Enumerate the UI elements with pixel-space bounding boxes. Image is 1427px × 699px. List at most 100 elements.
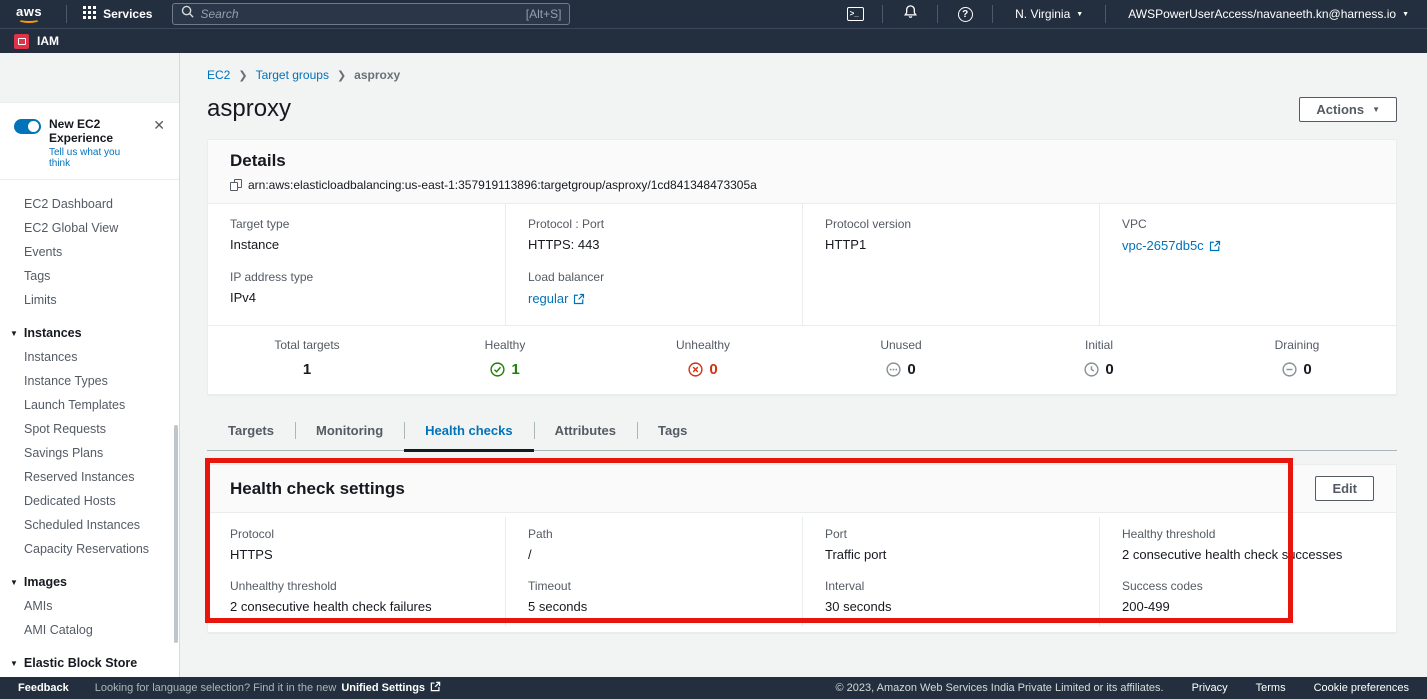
tab-health-checks[interactable]: Health checks <box>404 413 533 450</box>
close-icon[interactable]: ✕ <box>149 117 169 134</box>
unified-settings-link[interactable]: Unified Settings <box>341 682 425 694</box>
sidebar-item-spot-requests[interactable]: Spot Requests <box>0 417 179 441</box>
services-menu-button[interactable]: Services <box>77 6 158 22</box>
health-check-settings-title: Health check settings <box>230 479 405 499</box>
cookie-preferences-link[interactable]: Cookie preferences <box>1314 682 1409 694</box>
initial-count: 0 <box>1105 361 1113 378</box>
load-balancer-link[interactable]: regular <box>528 291 585 306</box>
chevron-right-icon: ❯ <box>238 69 247 82</box>
tab-attributes[interactable]: Attributes <box>534 413 637 450</box>
chevron-down-icon: ▼ <box>10 659 18 668</box>
ip-address-type-value: IPv4 <box>230 290 483 305</box>
iam-service-icon <box>14 34 29 49</box>
search-input[interactable] <box>200 7 519 21</box>
hc-success-codes-value: 200-499 <box>1122 599 1374 614</box>
sidebar-section-instances[interactable]: ▼ Instances <box>0 321 179 345</box>
sidebar-item-amis[interactable]: AMIs <box>0 594 179 618</box>
sidebar-item-ec2-dashboard[interactable]: EC2 Dashboard <box>0 192 179 216</box>
tell-us-link[interactable]: Tell us what you think <box>49 147 141 169</box>
cloudshell-button[interactable]: >_ <box>842 3 868 25</box>
actions-button[interactable]: Actions ▼ <box>1299 97 1397 122</box>
hc-timeout-value: 5 seconds <box>528 599 780 614</box>
target-type-value: Instance <box>230 237 483 252</box>
sidebar-item-scheduled-instances[interactable]: Scheduled Instances <box>0 513 179 537</box>
help-icon: ? <box>958 7 973 22</box>
field-label: Interval <box>825 579 1077 593</box>
field-label: Healthy threshold <box>1122 527 1374 541</box>
sidebar-item-events[interactable]: Events <box>0 240 179 264</box>
sidebar-item-limits[interactable]: Limits <box>0 288 179 312</box>
sidebar-item-launch-templates[interactable]: Launch Templates <box>0 393 179 417</box>
sidebar-item-capacity-reservations[interactable]: Capacity Reservations <box>0 537 179 561</box>
feedback-link[interactable]: Feedback <box>18 682 69 694</box>
protocol-port-value: HTTPS: 443 <box>528 237 780 252</box>
hc-interval-value: 30 seconds <box>825 599 1077 614</box>
external-link-icon <box>430 681 441 695</box>
sidebar-item-tags[interactable]: Tags <box>0 264 179 288</box>
details-header: Details arn:aws:elasticloadbalancing:us-… <box>208 140 1396 204</box>
bell-icon <box>903 4 918 24</box>
sidebar-item-dedicated-hosts[interactable]: Dedicated Hosts <box>0 489 179 513</box>
field-label: Timeout <box>528 579 780 593</box>
field-label: Load balancer <box>528 270 780 284</box>
unused-label: Unused <box>880 338 921 352</box>
details-grid: Target type Instance IP address type IPv… <box>208 204 1396 325</box>
sidebar-item-ec2-global-view[interactable]: EC2 Global View <box>0 216 179 240</box>
services-label: Services <box>103 7 152 21</box>
initial-label: Initial <box>1085 338 1113 352</box>
sidebar-item-savings-plans[interactable]: Savings Plans <box>0 441 179 465</box>
details-title: Details <box>230 151 1374 171</box>
target-group-arn: arn:aws:elasticloadbalancing:us-east-1:3… <box>248 178 757 192</box>
iam-shortcut[interactable]: IAM <box>37 34 59 48</box>
sidebar-nav: EC2 Dashboard EC2 Global View Events Tag… <box>0 180 179 677</box>
chevron-down-icon: ▼ <box>1372 105 1380 114</box>
search-icon <box>181 5 194 23</box>
target-status-summary: Total targets 1 Healthy 1 Unhealt <box>208 325 1396 394</box>
tab-monitoring[interactable]: Monitoring <box>295 413 404 450</box>
edit-button[interactable]: Edit <box>1315 476 1374 501</box>
sidebar-item-instance-types[interactable]: Instance Types <box>0 369 179 393</box>
notifications-button[interactable] <box>897 3 923 25</box>
field-label: Port <box>825 527 1077 541</box>
ellipsis-circle-icon <box>886 362 901 377</box>
privacy-link[interactable]: Privacy <box>1192 682 1228 694</box>
new-experience-title: New EC2 Experience <box>49 117 141 145</box>
new-experience-toggle[interactable] <box>14 119 41 134</box>
region-selector[interactable]: N. Virginia ▼ <box>1007 7 1091 21</box>
field-label: Protocol : Port <box>528 217 780 231</box>
copy-icon[interactable] <box>230 179 242 191</box>
tab-targets[interactable]: Targets <box>207 413 295 450</box>
main-content: EC2 ❯ Target groups ❯ asproxy asproxy Ac… <box>180 53 1427 677</box>
breadcrumb-current: asproxy <box>354 68 400 82</box>
sidebar-item-reserved-instances[interactable]: Reserved Instances <box>0 465 179 489</box>
sidebar-item-ami-catalog[interactable]: AMI Catalog <box>0 618 179 642</box>
vpc-link[interactable]: vpc-2657db5c <box>1122 238 1221 253</box>
aws-smile-icon <box>18 16 40 23</box>
breadcrumb-ec2[interactable]: EC2 <box>207 68 230 82</box>
copyright-text: © 2023, Amazon Web Services India Privat… <box>836 682 1164 694</box>
health-check-grid: Protocol HTTPS Unhealthy threshold 2 con… <box>208 513 1396 632</box>
global-search[interactable]: [Alt+S] <box>172 3 570 25</box>
language-note: Looking for language selection? Find it … <box>95 681 441 695</box>
x-circle-icon <box>688 362 703 377</box>
hc-path-value: / <box>528 547 780 562</box>
tab-tags[interactable]: Tags <box>637 413 708 450</box>
top-nav-bar: aws Services [Alt+S] >_ <box>0 0 1427 28</box>
sidebar-section-ebs[interactable]: ▼ Elastic Block Store <box>0 651 179 675</box>
field-label: IP address type <box>230 270 483 284</box>
aws-logo[interactable]: aws <box>16 6 42 23</box>
sidebar-item-instances[interactable]: Instances <box>0 345 179 369</box>
chevron-down-icon: ▼ <box>10 578 18 587</box>
total-targets-label: Total targets <box>274 338 339 352</box>
topbar-divider <box>992 5 993 23</box>
sidebar-section-images[interactable]: ▼ Images <box>0 570 179 594</box>
help-button[interactable]: ? <box>952 3 978 25</box>
breadcrumb-target-groups[interactable]: Target groups <box>256 68 329 82</box>
field-label: Path <box>528 527 780 541</box>
account-menu[interactable]: AWSPowerUserAccess/navaneeth.kn@harness.… <box>1120 7 1417 21</box>
terms-link[interactable]: Terms <box>1256 682 1286 694</box>
sidebar-scrollbar[interactable] <box>174 425 178 643</box>
details-panel: Details arn:aws:elasticloadbalancing:us-… <box>207 139 1397 395</box>
sidebar-item-volumes[interactable]: Volumes <box>0 675 179 677</box>
unhealthy-count: 0 <box>709 361 717 378</box>
